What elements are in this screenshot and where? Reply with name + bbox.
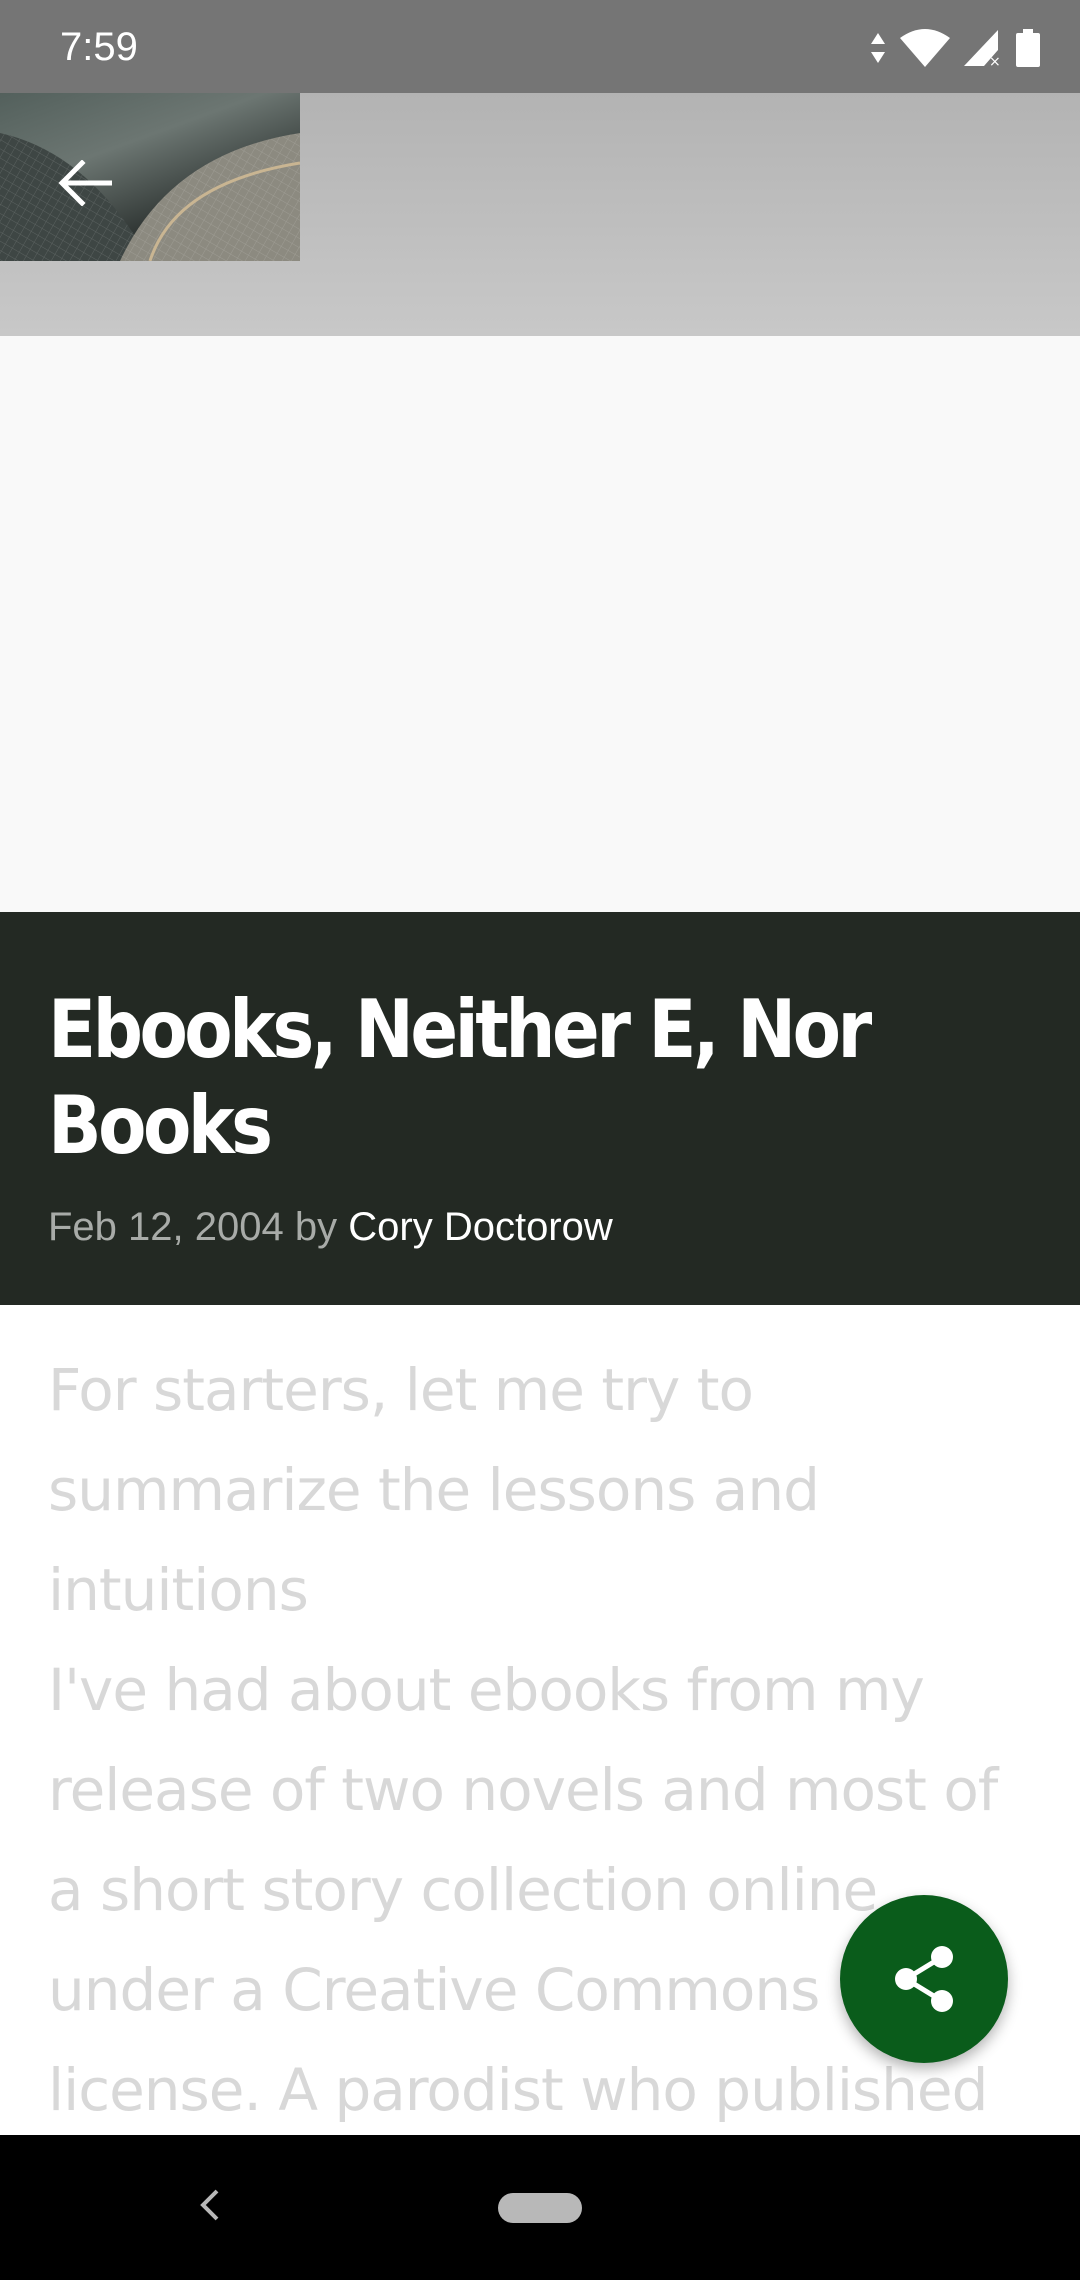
- post-title: Ebooks, Neither E, Nor Books: [48, 983, 872, 1172]
- svg-text:×: ×: [989, 54, 1001, 66]
- share-icon: [895, 1946, 953, 2012]
- post-by: by: [294, 1205, 338, 1249]
- status-bar: 7:59 ×: [0, 0, 1080, 93]
- post-meta: Feb 12, 2004 by Cory Doctorow: [48, 1202, 613, 1252]
- post-header: Ebooks, Neither E, Nor Books Feb 12, 200…: [0, 912, 1080, 1305]
- share-button[interactable]: [840, 1895, 1008, 2063]
- status-icons: ×: [870, 26, 1040, 70]
- header: [0, 93, 1080, 336]
- home-pill-icon[interactable]: [498, 2193, 582, 2223]
- post-author-link[interactable]: Cory Doctorow: [348, 1205, 613, 1249]
- article-body: For starters, let me try to summarize th…: [48, 1340, 1038, 2240]
- status-time: 7:59: [60, 25, 138, 69]
- chevron-left-icon: [200, 2189, 219, 2221]
- wifi-icon: [900, 29, 950, 67]
- system-nav-bar: [0, 2135, 1080, 2280]
- back-button[interactable]: [40, 143, 130, 223]
- article-paragraph: For starters, let me try to summarize th…: [48, 1356, 820, 1624]
- data-arrows-icon: [871, 33, 885, 63]
- hero-image-placeholder: [0, 336, 1080, 912]
- battery-icon: [1016, 29, 1040, 67]
- arrow-left-icon: [58, 160, 112, 206]
- cell-signal-icon: ×: [964, 30, 1001, 66]
- post-date: Feb 12, 2004: [48, 1205, 284, 1249]
- nav-back-button[interactable]: [180, 2175, 240, 2235]
